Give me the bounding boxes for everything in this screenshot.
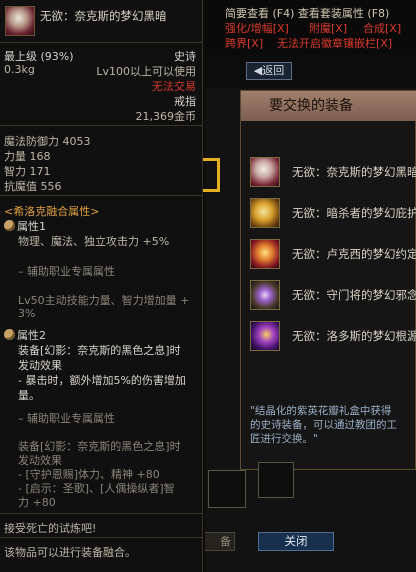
item-rarity: 史诗: [174, 50, 196, 63]
divider: [0, 195, 202, 196]
item-weight: 0.3kg: [4, 63, 35, 76]
attr1-skill-line: Lv50主动技能力量、智力增加量 +: [18, 294, 190, 307]
fusion-title: <希洛克融合属性>: [4, 205, 100, 218]
exchange-panel-title: 要交换的装备: [241, 91, 416, 121]
enhance-status: 强化/增幅[X]: [225, 22, 289, 35]
mask-icon: [4, 220, 15, 231]
exchange-item-label: 无欲：守门将的梦幻邪念: [292, 288, 416, 302]
item-grade: 最上级 (93%): [4, 50, 74, 63]
item-slot-type: 戒指: [174, 95, 196, 108]
badge-slot-status: 无法开启徽章镶嵌栏[X]: [277, 37, 393, 50]
back-button[interactable]: ◀返回: [246, 62, 292, 80]
item-ring-icon: [5, 6, 35, 36]
flavor-text: 接受死亡的试炼吧!: [4, 522, 97, 535]
support-label: – 辅助职业专属属性: [18, 265, 115, 278]
attr2-line: - 暴击时，额外增加5%的伤害增加: [18, 374, 186, 387]
crossover-status: 跨界[X]: [225, 37, 264, 50]
exchange-item[interactable]: 无欲：奈克斯的梦幻黑暗: [248, 155, 416, 191]
equip-button[interactable]: 备: [205, 532, 235, 551]
attr1-skill-line: 3%: [18, 307, 36, 320]
exchange-item[interactable]: 无欲：卢克西的梦幻约定: [248, 237, 416, 273]
attr1-line: 物理、魔法、独立攻击力 +5%: [18, 235, 170, 248]
ring-icon: [250, 280, 280, 310]
exchange-item-label: 无欲：卢克西的梦幻约定: [292, 247, 416, 261]
support-label: – 辅助职业专属属性: [18, 412, 115, 425]
ring-icon: [250, 239, 280, 269]
divider: [0, 125, 202, 126]
tooltip-header: 无欲：奈克斯的梦幻黑暗: [0, 0, 202, 43]
item-level-req: Lv100以上可以使用: [96, 65, 196, 78]
item-name: 无欲：奈克斯的梦幻黑暗: [40, 9, 167, 23]
exchange-item-label: 无欲：奈克斯的梦幻黑暗: [292, 165, 416, 179]
item-trade-status: 无法交易: [152, 80, 196, 93]
material-slot[interactable]: [258, 462, 294, 498]
divider: [0, 537, 202, 538]
exchange-item[interactable]: 无欲：洛多斯的梦幻根源: [248, 319, 416, 355]
fusion-note: 该物品可以进行装备融合。: [4, 546, 136, 559]
attr2-support-line: 力 +80: [18, 496, 56, 509]
attr2-line: 量。: [18, 389, 40, 402]
ring-icon: [250, 198, 280, 228]
attr2-line: 装备[幻影：奈克斯的黑色之息]时: [18, 344, 181, 357]
item-price: 21,369金币: [135, 110, 197, 123]
enchant-status: 附魔[X]: [309, 22, 348, 35]
stat-line: 抗魔值 556: [4, 180, 62, 193]
exchange-item[interactable]: 无欲：暗杀者的梦幻庇护: [248, 196, 416, 232]
attr2-line: 发动效果: [18, 359, 62, 372]
divider: [0, 513, 202, 514]
exchange-description: "结晶化的紫英花瓣礼盒中获得的史诗装备，可以通过教团的工匠进行交换。": [250, 405, 397, 445]
attr2-title: 属性2: [4, 327, 46, 343]
exchange-item-label: 无欲：暗杀者的梦幻庇护: [292, 206, 416, 220]
exchange-item-label: 无欲：洛多斯的梦幻根源: [292, 329, 416, 343]
equipment-header: 简要查看 (F4) 查看套装属性 (F8) 强化/增幅[X] 附魔[X] 合成[…: [205, 0, 416, 55]
synthesis-status: 合成[X]: [363, 22, 402, 35]
ring-icon: [250, 321, 280, 351]
item-tooltip: 无欲：奈克斯的梦幻黑暗 最上级 (93%) 史诗 0.3kg Lv100以上可以…: [0, 0, 203, 572]
stat-line: 魔法防御力 4053: [4, 135, 91, 148]
ring-icon: [250, 157, 280, 187]
stat-line: 力量 168: [4, 150, 51, 163]
exchange-item[interactable]: 无欲：守门将的梦幻邪念: [248, 278, 416, 314]
stat-line: 智力 171: [4, 165, 51, 178]
close-button[interactable]: 关闭: [258, 532, 334, 551]
selected-slot-frame: [203, 158, 220, 192]
mask-icon: [4, 329, 15, 340]
material-slot[interactable]: [208, 470, 246, 508]
view-shortcuts-text[interactable]: 简要查看 (F4) 查看套装属性 (F8): [225, 5, 389, 21]
attr1-title: 属性1: [4, 218, 46, 234]
